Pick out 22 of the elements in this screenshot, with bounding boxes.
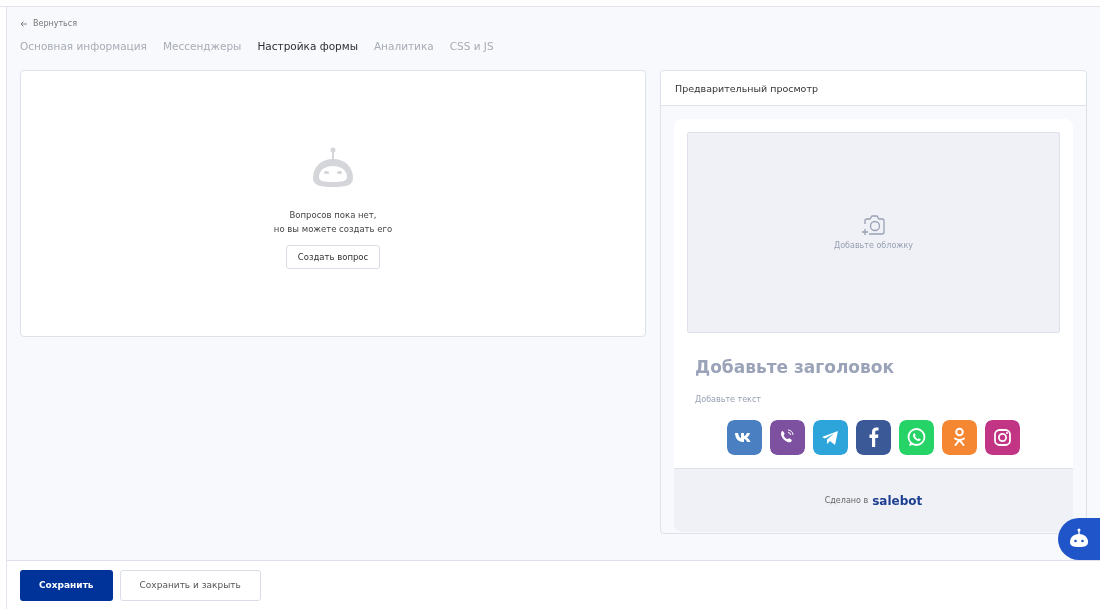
chat-button[interactable]: [1058, 518, 1100, 560]
footer-text: Сделано в: [824, 496, 869, 505]
back-link[interactable]: Вернуться: [20, 19, 78, 28]
letter-f-icon[interactable]: [856, 420, 891, 455]
empty-state-text: Вопросов пока нет, но вы можете создать его: [273, 209, 393, 236]
camera-icon: [860, 215, 887, 237]
form-text: Добавьте текст: [695, 395, 762, 404]
create-question-button[interactable]: Создать вопрос: [285, 245, 381, 269]
save-and-close-button[interactable]: Сохранить и закрыть: [119, 569, 261, 601]
cover-hint: Добавьте обложку: [833, 241, 914, 250]
camera-icon[interactable]: [985, 420, 1020, 455]
brand-logo: salebot: [872, 493, 923, 508]
phone-icon[interactable]: [770, 420, 805, 455]
cover-upload-area[interactable]: Добавьте обложку: [687, 132, 1060, 333]
paper-plane-icon[interactable]: [813, 420, 848, 455]
logo-icon[interactable]: [727, 420, 762, 455]
robot-icon: [1068, 528, 1090, 550]
arrow-left-icon: [20, 19, 28, 28]
panel-title: Предварительный просмотр: [675, 82, 818, 94]
save-button[interactable]: Сохранить: [20, 569, 113, 601]
form-heading: Добавьте заголовок: [695, 357, 895, 377]
tab[interactable]: Настройка формы: [257, 40, 358, 52]
